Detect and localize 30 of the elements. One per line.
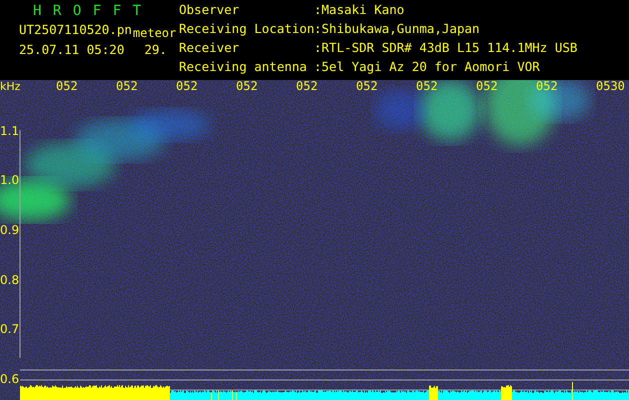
info-label: Receiving Location: [179, 23, 314, 38]
time-label: 052: [116, 80, 138, 93]
axis-unit: kHz: [0, 80, 20, 93]
frequency-label: 1.0: [0, 173, 20, 187]
info-label: Observer: [179, 4, 240, 19]
count-value: 29.: [144, 41, 167, 59]
info-label: Receiver: [179, 42, 240, 57]
time-label: 0530: [596, 80, 625, 93]
info-label: Receiving antenna: [179, 61, 308, 76]
frequency-label: 0.6: [0, 372, 20, 386]
time-label: 052: [296, 80, 318, 93]
time-label: 052: [236, 80, 258, 93]
info-value: :Masaki Kano: [314, 4, 406, 19]
time-label: 052: [176, 80, 198, 93]
info-value: :5el Yagi Az 20 for Aomori VOR: [314, 61, 541, 76]
frequency-label: 0.8: [0, 273, 20, 287]
info-value: :Shibukawa,Gunma,Japan: [314, 23, 481, 38]
time-label: 052: [416, 80, 438, 93]
frequency-label: 0.9: [0, 223, 20, 237]
time-label: 052: [476, 80, 498, 93]
time-label: 052: [356, 80, 378, 93]
file-name: UT2507110520.pn: [19, 21, 132, 39]
time-label: 052: [536, 80, 558, 93]
app-title: HROFFT: [32, 2, 154, 20]
info-value: :RTL-SDR SDR# 43dB L15 114.1MHz USB: [314, 42, 578, 57]
time-label: 052: [56, 80, 78, 93]
frequency-label: 0.7: [0, 322, 20, 336]
mode-label: meteor: [132, 25, 176, 42]
date-time: 25.07.11 05:20: [19, 41, 124, 59]
frequency-label: 1.1: [0, 124, 20, 138]
